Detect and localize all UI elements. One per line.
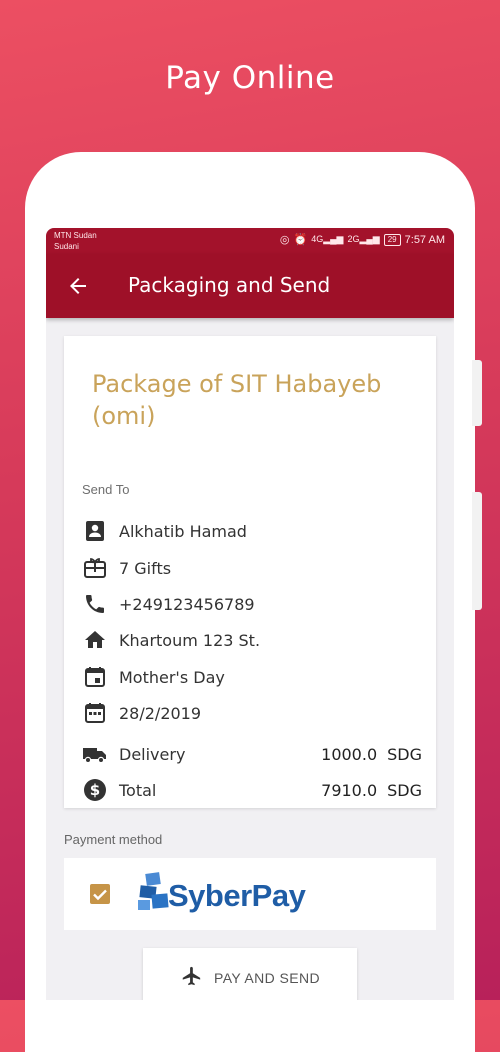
payment-checkbox[interactable] xyxy=(90,884,110,904)
status-icons: ◎ ⏰ 4G▂▄▆ 2G▂▄▆ 29 7:57 AM xyxy=(280,233,445,246)
signal-icon-1: 4G▂▄▆ xyxy=(311,234,344,244)
svg-text:$: $ xyxy=(90,781,100,799)
phone-number: +249123456789 xyxy=(119,594,255,614)
airplane-icon xyxy=(180,965,202,992)
total-value: 7910.0 xyxy=(321,780,378,800)
gifts-row: 7 Gifts xyxy=(82,555,422,581)
syberpay-logo: SyberPay xyxy=(138,872,308,918)
hero-title: Pay Online xyxy=(165,60,335,96)
gifts-count: 7 Gifts xyxy=(119,558,172,578)
date-row: 28/2/2019 xyxy=(82,700,422,726)
app-bar-title: Packaging and Send xyxy=(128,273,331,297)
delivery-date: 28/2/2019 xyxy=(119,703,202,723)
total-amount: 7910.0 SDG xyxy=(321,781,422,800)
network-type-2: 2G xyxy=(347,234,360,244)
phone-icon xyxy=(82,591,108,617)
delivery-currency: SDG xyxy=(387,744,422,764)
status-bar: MTN Sudan Sudani ◎ ⏰ 4G▂▄▆ 2G▂▄▆ 29 7:57… xyxy=(46,228,454,254)
delivery-label: Delivery xyxy=(119,744,186,764)
truck-icon xyxy=(82,741,108,767)
occasion-row: Mother's Day xyxy=(82,664,422,690)
app-bar: Packaging and Send xyxy=(46,254,454,318)
recipient-name: Alkhatib Hamad xyxy=(119,521,247,541)
syberpay-text: SyberPay xyxy=(168,878,306,913)
alarm-icon: ⏰ xyxy=(293,234,308,246)
send-to-label: Send To xyxy=(82,482,130,497)
carrier-line-2: Sudani xyxy=(54,242,79,251)
occasion: Mother's Day xyxy=(119,667,225,687)
delivery-row: Delivery 1000.0 SDG xyxy=(82,741,422,767)
total-label: Total xyxy=(119,780,157,800)
battery-icon: 29 xyxy=(383,233,401,246)
total-currency: SDG xyxy=(387,780,422,800)
pay-and-send-button[interactable]: PAY AND SEND xyxy=(143,948,357,1000)
pay-and-send-label: PAY AND SEND xyxy=(214,970,320,986)
package-title: Package of SIT Habayeb (omi) xyxy=(92,370,382,430)
delivery-value: 1000.0 xyxy=(321,744,378,764)
phone-volume-button xyxy=(472,360,482,426)
contact-card-icon xyxy=(82,518,108,544)
carrier-label: MTN Sudan Sudani xyxy=(54,230,97,252)
gift-card-icon xyxy=(82,555,108,581)
arrow-back-icon[interactable] xyxy=(66,274,90,298)
event-icon xyxy=(82,664,108,690)
phone-power-button xyxy=(472,492,482,610)
network-type-1: 4G xyxy=(311,234,324,244)
address-row: Khartoum 123 St. xyxy=(82,627,422,653)
phone-screen: MTN Sudan Sudani ◎ ⏰ 4G▂▄▆ 2G▂▄▆ 29 7:57… xyxy=(46,228,454,1000)
recipient-row: Alkhatib Hamad xyxy=(82,518,422,544)
carrier-line-1: MTN Sudan xyxy=(54,231,97,240)
phone-row: +249123456789 xyxy=(82,591,422,617)
payment-method-label: Payment method xyxy=(64,832,163,847)
hotspot-icon: ◎ xyxy=(279,234,290,246)
total-row: $ Total 7910.0 SDG xyxy=(82,777,422,803)
calendar-icon xyxy=(82,700,108,726)
address: Khartoum 123 St. xyxy=(119,630,261,650)
delivery-amount: 1000.0 SDG xyxy=(321,745,422,764)
clock: 7:57 AM xyxy=(404,233,445,246)
package-card: Package of SIT Habayeb (omi) Send To Alk… xyxy=(64,336,436,808)
home-icon xyxy=(82,627,108,653)
signal-icon-2: 2G▂▄▆ xyxy=(347,234,380,244)
payment-method-card[interactable]: SyberPay xyxy=(64,858,436,930)
dollar-icon: $ xyxy=(82,777,108,803)
